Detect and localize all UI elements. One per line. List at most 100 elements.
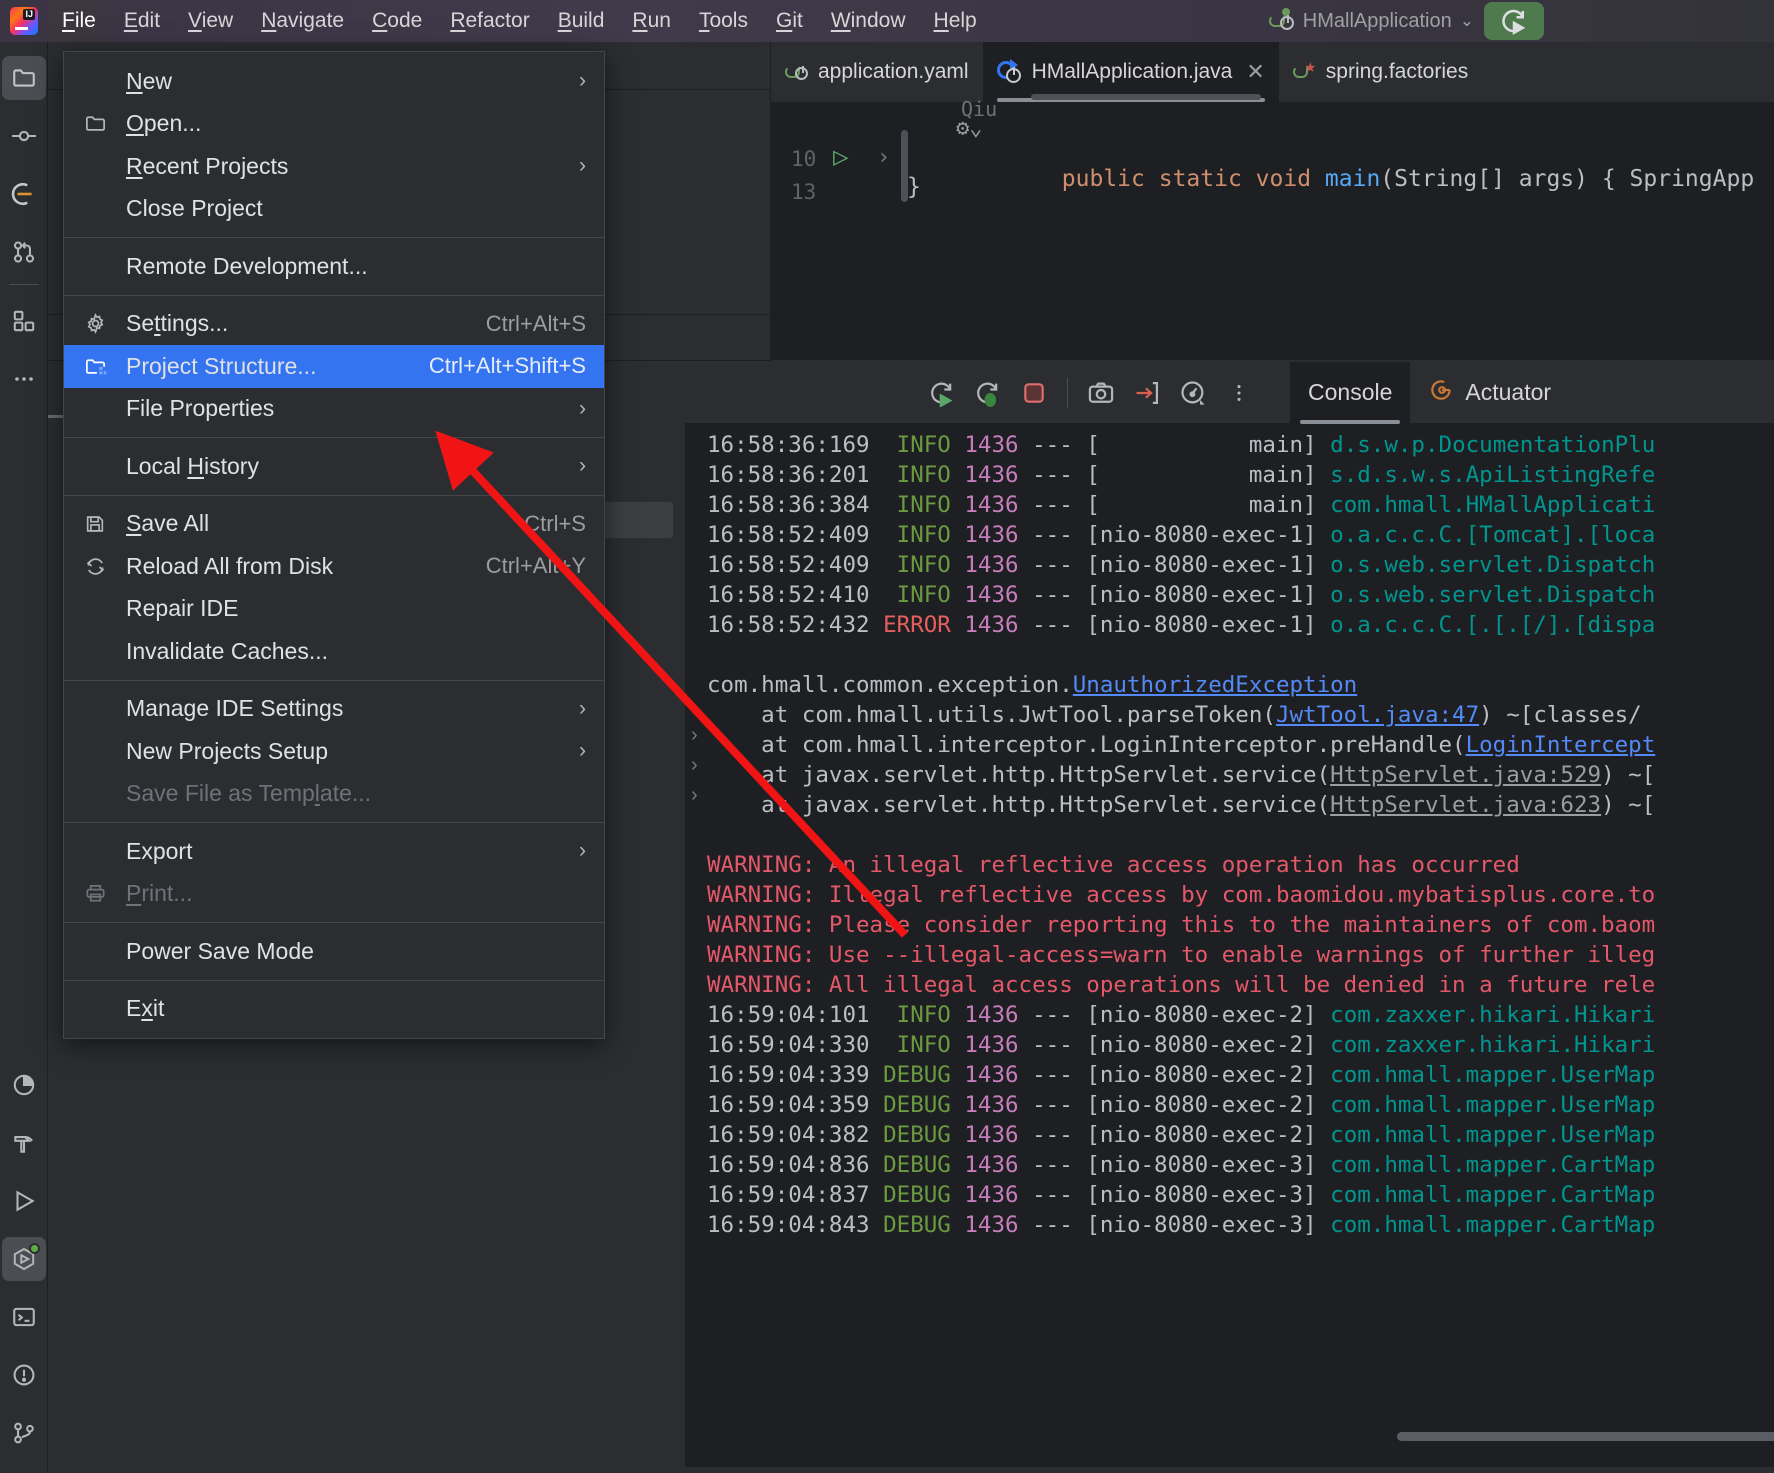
- menu-refactor[interactable]: Refactor: [436, 0, 543, 42]
- menu-item-settings[interactable]: Settings... Ctrl+Alt+S: [64, 303, 604, 346]
- menu-run[interactable]: Run: [618, 0, 685, 42]
- run-gutter-icon[interactable]: ▷: [833, 142, 849, 172]
- menu-item-project-structure[interactable]: Project Structure... Ctrl+Alt+Shift+S: [64, 345, 604, 388]
- menu-item-shortcut: Ctrl+S: [524, 510, 586, 536]
- menu-item-print: Print...: [64, 873, 604, 916]
- menu-item-recent-projects[interactable]: Recent Projects ›: [64, 145, 604, 188]
- tab-actuator[interactable]: Actuator: [1410, 362, 1569, 424]
- menu-item-label: Settings...: [126, 310, 229, 337]
- menu-item-open[interactable]: Open...: [64, 103, 604, 146]
- menu-item-export[interactable]: Export ›: [64, 830, 604, 873]
- rerun-icon[interactable]: [919, 370, 965, 416]
- close-icon[interactable]: ✕: [1246, 59, 1264, 85]
- console-log-line: 16:58:36:384 INFO 1436 --- [ main] com.h…: [707, 492, 1656, 518]
- editor-scrollbar-thumb[interactable]: [901, 130, 908, 202]
- stack-frame-link[interactable]: LoginIntercept: [1466, 732, 1656, 758]
- console-horizontal-scrollbar[interactable]: [1397, 1432, 1774, 1441]
- debug-rerun-icon[interactable]: [965, 370, 1011, 416]
- profiler-icon[interactable]: [2, 1063, 46, 1107]
- stack-frame-link[interactable]: HttpServlet.java:529: [1330, 762, 1601, 788]
- menu-item-repair-ide[interactable]: Repair IDE: [64, 588, 604, 631]
- menu-item-new[interactable]: New ›: [64, 60, 604, 103]
- reload-icon: [64, 555, 126, 578]
- editor-tab-spring-factories[interactable]: spring.factories: [1279, 42, 1482, 102]
- menu-view[interactable]: View: [174, 0, 247, 42]
- fold-chevron-icon[interactable]: ›: [691, 724, 698, 747]
- fold-chevron-icon[interactable]: ›: [877, 145, 890, 170]
- code-editor[interactable]: 10 13 ▷ › Qiu ⚙⌄ public static void main…: [771, 94, 1774, 360]
- more-vertical-icon[interactable]: [1216, 370, 1262, 416]
- chevron-down-icon[interactable]: ⌄: [1460, 11, 1474, 31]
- stack-frame-link[interactable]: JwtTool.java:47: [1276, 702, 1479, 728]
- menu-item-invalidate-caches[interactable]: Invalidate Caches...: [64, 630, 604, 673]
- commit-icon[interactable]: [2, 114, 46, 158]
- git-branch-icon[interactable]: [2, 1411, 46, 1455]
- menu-item-label: Local History: [126, 452, 259, 479]
- menu-item-reload-all-from-disk[interactable]: Reload All from Disk Ctrl+Alt+Y: [64, 545, 604, 588]
- menu-item-file-properties[interactable]: File Properties ›: [64, 388, 604, 431]
- pull-request-icon[interactable]: [2, 230, 46, 274]
- menu-item-save-all[interactable]: Save All Ctrl+S: [64, 503, 604, 546]
- menu-item-manage-ide-settings[interactable]: Manage IDE Settings ›: [64, 688, 604, 731]
- stack-frame-link[interactable]: HttpServlet.java:623: [1330, 792, 1601, 818]
- menu-separator: [64, 437, 604, 438]
- console-log-line: 16:59:04:843 DEBUG 1436 --- [nio-8080-ex…: [707, 1212, 1656, 1238]
- menu-build[interactable]: Build: [544, 0, 619, 42]
- menu-item-local-history[interactable]: Local History ›: [64, 445, 604, 488]
- problems-icon[interactable]: [2, 1353, 46, 1397]
- fold-chevron-icon[interactable]: ›: [691, 754, 698, 777]
- project-folder-icon[interactable]: [1, 56, 46, 100]
- rerun-button[interactable]: [1484, 2, 1544, 40]
- stop-icon[interactable]: [1011, 370, 1057, 416]
- console-warning-line: WARNING: Use --illegal-access=warn to en…: [707, 942, 1656, 968]
- fold-chevron-icon[interactable]: ›: [691, 784, 698, 807]
- exception-class-link[interactable]: UnauthorizedException: [1073, 672, 1357, 698]
- intellij-idea-logo: [0, 0, 48, 42]
- bean-gutter-icon[interactable]: ⚙⌄: [956, 116, 983, 141]
- run-icon[interactable]: [2, 1179, 46, 1223]
- menu-item-label: Reload All from Disk: [126, 552, 334, 579]
- menu-item-exit[interactable]: Exit: [64, 988, 604, 1031]
- menu-item-new-projects-setup[interactable]: New Projects Setup ›: [64, 730, 604, 773]
- menu-item-label: Manage IDE Settings: [126, 695, 344, 722]
- terminal-icon[interactable]: [2, 1295, 46, 1339]
- editor-horizontal-scrollbar[interactable]: [1031, 94, 1261, 100]
- actuator-icon: [1428, 377, 1454, 409]
- build-hammer-icon[interactable]: [2, 1121, 46, 1165]
- menu-item-label: New: [126, 67, 173, 94]
- menu-file[interactable]: File: [48, 0, 110, 42]
- editor-tab-hmallapplication-java[interactable]: HMallApplication.java ✕: [982, 42, 1279, 102]
- menu-code[interactable]: Code: [358, 0, 436, 42]
- menu-item-label: Print...: [126, 880, 193, 907]
- menu-help[interactable]: Help: [920, 0, 991, 42]
- editor-tab-application-yaml[interactable]: application.yaml: [771, 42, 983, 102]
- menu-separator: [64, 294, 604, 296]
- editor-tab-bar: application.yaml HMallApplication.java ✕…: [771, 42, 1774, 102]
- menu-separator: [64, 494, 604, 496]
- spring-boot-run-config-icon: [1268, 8, 1295, 34]
- menu-item-remote-development[interactable]: Remote Development...: [64, 245, 604, 288]
- console-log-line: 16:59:04:836 DEBUG 1436 --- [nio-8080-ex…: [707, 1152, 1656, 1178]
- menu-edit[interactable]: Edit: [110, 0, 174, 42]
- console-output[interactable]: 16:58:36:169 INFO 1436 --- [ main] d.s.w…: [685, 424, 1774, 1473]
- run-configuration-selector[interactable]: HMallApplication ⌄: [1268, 0, 1474, 42]
- editor-tab-label: spring.factories: [1325, 60, 1469, 83]
- menu-item-label: Open...: [126, 110, 202, 137]
- tab-console[interactable]: Console: [1290, 361, 1411, 424]
- endpoints-icon[interactable]: [1, 1237, 46, 1281]
- menu-item-label: Remote Development...: [126, 252, 368, 279]
- menu-item-power-save-mode[interactable]: Power Save Mode: [64, 930, 604, 973]
- line-number: 13: [791, 180, 817, 204]
- menu-window[interactable]: Window: [817, 0, 920, 42]
- services-grid-icon[interactable]: [2, 299, 46, 343]
- menu-item-close-project[interactable]: Close Project: [64, 188, 604, 231]
- code-line: public static void main(String[] args) {…: [951, 140, 1754, 218]
- camera-icon[interactable]: [1078, 370, 1124, 416]
- menu-navigate[interactable]: Navigate: [247, 0, 358, 42]
- profiler-gauge-icon[interactable]: [1170, 370, 1216, 416]
- menu-tools[interactable]: Tools: [685, 0, 762, 42]
- structure-icon[interactable]: [2, 172, 46, 216]
- import-thread-dump-icon[interactable]: [1124, 370, 1170, 416]
- more-dots-icon[interactable]: [2, 357, 46, 401]
- menu-git[interactable]: Git: [762, 0, 817, 42]
